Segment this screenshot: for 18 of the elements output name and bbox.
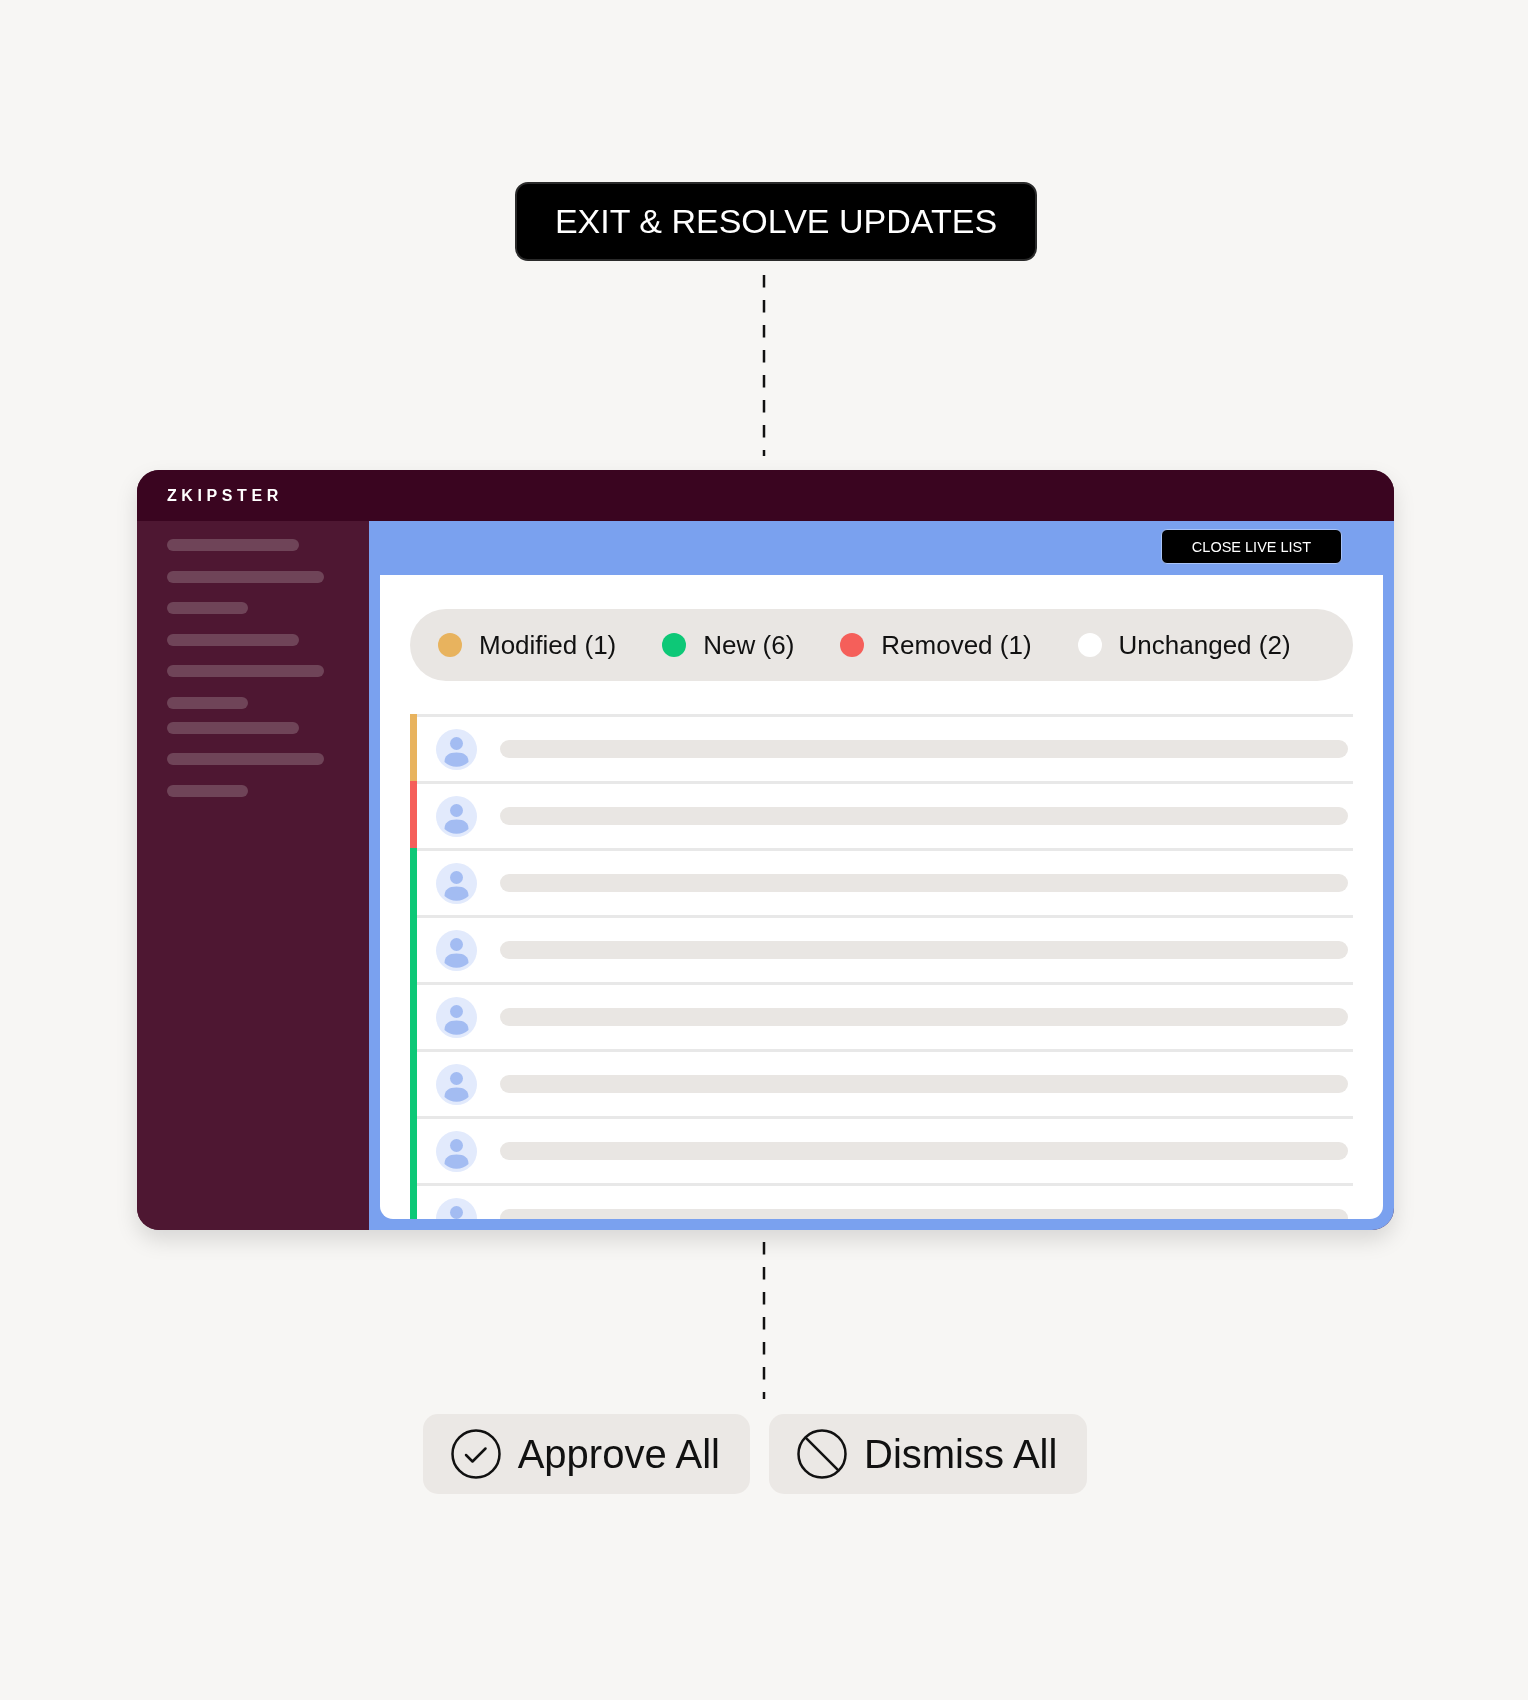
approve-all-button[interactable]: Approve All [422, 1414, 750, 1494]
exit-resolve-button[interactable]: EXIT & RESOLVE UPDATES [514, 182, 1038, 261]
check-circle-icon [450, 1429, 501, 1479]
legend-label: Modified (1) [479, 629, 617, 661]
legend-label: Unchanged (2) [1118, 629, 1291, 661]
avatar-icon [436, 1130, 477, 1172]
close-live-list-button[interactable]: CLOSE LIVE LIST [1161, 529, 1342, 564]
ban-icon [797, 1429, 847, 1479]
app-logo: ZKIPSTER [167, 486, 283, 505]
legend-label: Removed (1) [881, 629, 1032, 661]
dismiss-all-button[interactable]: Dismiss All [769, 1414, 1088, 1494]
avatar-icon [436, 1063, 477, 1105]
avatar-icon [436, 795, 477, 837]
avatar-icon [436, 929, 477, 971]
avatar-icon [436, 728, 477, 770]
avatar-icon [436, 996, 477, 1038]
legend-label: New (6) [703, 629, 795, 661]
avatar-icon [436, 862, 477, 904]
